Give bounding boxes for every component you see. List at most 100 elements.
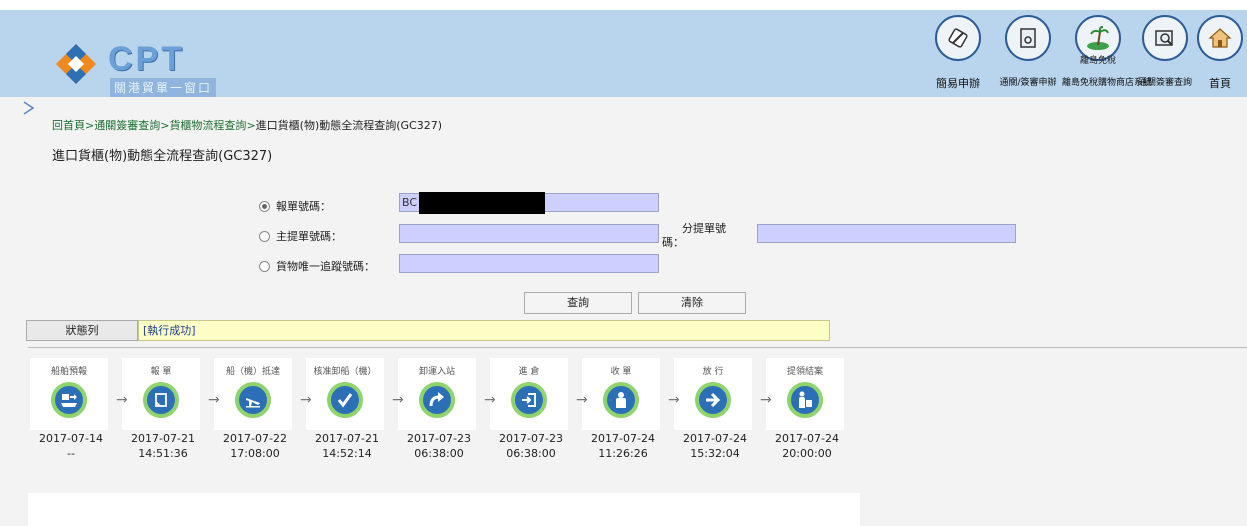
curved-arrow-icon xyxy=(419,382,455,418)
step-receive: 收 單 → 2017-07-24 11:26:26 xyxy=(576,358,668,468)
step-date: 2017-07-23 xyxy=(499,432,563,445)
breadcrumb-home[interactable]: 回首頁 xyxy=(52,119,85,132)
breadcrumb-customs-query[interactable]: 通關簽審查詢 xyxy=(94,119,160,132)
radio-button[interactable] xyxy=(259,260,270,272)
radio-button-selected[interactable] xyxy=(259,200,270,212)
flow-arrow-icon: → xyxy=(392,392,404,408)
radio-master-bl[interactable]: 主提單號碼： xyxy=(259,228,342,244)
flow-arrow-icon: → xyxy=(668,392,680,408)
process-tracker: 船舶預報 2017-07-14 -- 報 單 → 2017-07-21 14:5… xyxy=(26,358,861,468)
step-date: 2017-07-24 xyxy=(591,432,655,445)
step-time: 06:38:00 xyxy=(414,447,464,460)
flow-arrow-icon: → xyxy=(116,392,128,408)
result-panel xyxy=(28,493,860,526)
island-badge: 離島免稅 xyxy=(1079,56,1116,66)
release-arrow-icon xyxy=(695,382,731,418)
nav-label: 離島免稅購物商店系統 xyxy=(1062,78,1153,88)
step-warehouse-in: 進 倉 → 2017-07-23 06:38:00 xyxy=(484,358,576,468)
step-name: 提領結案 xyxy=(786,367,823,377)
nav-label: 通關簽審查詢 xyxy=(1137,78,1192,88)
radio-label: 貨物唯一追蹤號碼： xyxy=(276,260,375,273)
home-icon xyxy=(1197,15,1243,61)
step-date: 2017-07-14 xyxy=(39,432,103,445)
logo-brand-text: CPT xyxy=(108,40,185,78)
sub-bl-input[interactable] xyxy=(757,224,1016,243)
redaction-block xyxy=(419,192,545,214)
step-release: 放 行 → 2017-07-24 15:32:04 xyxy=(668,358,760,468)
breadcrumb-container-query[interactable]: 貨櫃物流程查詢 xyxy=(169,119,246,132)
nav-label: 通關/簽審申辦 xyxy=(999,78,1057,88)
step-time: 15:32:04 xyxy=(690,447,740,460)
step-unload-approval: 核准卸船（機） → 2017-07-21 14:52:14 xyxy=(300,358,392,468)
divider xyxy=(28,347,1247,348)
top-strip xyxy=(0,0,1247,10)
master-bl-input[interactable] xyxy=(399,224,659,243)
status-label: 狀態列 xyxy=(26,320,138,341)
radio-declaration-no[interactable]: 報單號碼： xyxy=(259,198,331,214)
tracking-no-input[interactable] xyxy=(399,254,659,273)
diamond-logo-icon xyxy=(56,44,96,84)
radio-button[interactable] xyxy=(259,230,270,242)
step-name: 報 單 xyxy=(150,367,172,377)
step-time: 06:38:00 xyxy=(506,447,556,460)
step-time: -- xyxy=(67,447,75,460)
step-name: 收 單 xyxy=(610,367,632,377)
step-date: 2017-07-21 xyxy=(315,432,379,445)
step-date: 2017-07-23 xyxy=(407,432,471,445)
enter-warehouse-icon xyxy=(511,382,547,418)
nav-home[interactable]: 首頁 xyxy=(1196,15,1244,90)
nav-label: 簡易申辦 xyxy=(936,77,980,90)
step-time: 14:52:14 xyxy=(322,447,372,460)
step-date: 2017-07-24 xyxy=(683,432,747,445)
step-time: 11:26:26 xyxy=(598,447,648,460)
step-name: 船舶預報 xyxy=(50,367,87,377)
step-time: 14:51:36 xyxy=(138,447,188,460)
step-name: 核准卸船（機） xyxy=(313,367,377,377)
page-title: 進口貨櫃(物)動態全流程查詢(GC327) xyxy=(52,149,273,164)
step-time: 17:08:00 xyxy=(230,447,280,460)
sub-bl-label-line1: 分提單號 xyxy=(682,222,726,235)
step-date: 2017-07-21 xyxy=(131,432,195,445)
nav-island-duty-free[interactable]: 離島免稅 離島免稅購物商店系統 xyxy=(1062,15,1153,89)
receive-person-icon xyxy=(603,382,639,418)
step-date: 2017-07-24 xyxy=(775,432,839,445)
plane-arrival-icon xyxy=(235,382,271,418)
nav-customs-query[interactable]: 通關簽審查詢 xyxy=(1134,15,1196,89)
radio-label: 主提單號碼： xyxy=(276,230,342,243)
logo-sub-text: 關港貿單一窗口 xyxy=(110,78,217,97)
breadcrumb-separator: > xyxy=(85,119,95,132)
pen-icon xyxy=(935,15,981,61)
breadcrumb: 回首頁>通關簽審查詢>貨櫃物流程查詢>進口貨櫃(物)動態全流程查詢(GC327) xyxy=(52,117,442,133)
cpt-logo[interactable]: CPT 關港貿單一窗口 xyxy=(48,36,218,97)
document-icon xyxy=(1005,15,1051,61)
step-name: 卸運入站 xyxy=(418,367,455,377)
step-date: 2017-07-22 xyxy=(223,432,287,445)
flow-arrow-icon: → xyxy=(208,392,220,408)
breadcrumb-separator: > xyxy=(246,119,256,132)
pickup-icon xyxy=(787,382,823,418)
flow-arrow-icon: → xyxy=(760,392,772,408)
magnifier-icon xyxy=(1142,15,1188,61)
declaration-icon xyxy=(143,382,179,418)
clear-button[interactable]: 清除 xyxy=(638,292,746,314)
nav-label: 首頁 xyxy=(1209,77,1231,90)
query-button[interactable]: 查詢 xyxy=(524,292,632,314)
step-ship-forecast: 船舶預報 2017-07-14 -- xyxy=(26,358,116,468)
sub-bl-label-line2: 碼： xyxy=(662,236,684,249)
step-name: 放 行 xyxy=(702,367,724,377)
step-unload-station: 卸運入站 → 2017-07-23 06:38:00 xyxy=(392,358,484,468)
step-pickup-closed: 提領結案 → 2017-07-24 20:00:00 xyxy=(760,358,852,468)
radio-tracking-no[interactable]: 貨物唯一追蹤號碼： xyxy=(259,258,375,274)
status-message: [執行成功] xyxy=(138,320,830,341)
step-declaration: 報 單 → 2017-07-21 14:51:36 xyxy=(116,358,208,468)
ship-forecast-icon xyxy=(51,382,87,418)
nav-customs-apply[interactable]: 通關/簽審申辦 xyxy=(994,15,1062,89)
check-icon xyxy=(327,382,363,418)
flow-arrow-icon: → xyxy=(576,392,588,408)
step-name: 船（機）抵達 xyxy=(225,367,280,377)
nav-simple-apply[interactable]: 簡易申辦 xyxy=(928,15,988,90)
breadcrumb-current: 進口貨櫃(物)動態全流程查詢(GC327) xyxy=(255,119,443,132)
step-time: 20:00:00 xyxy=(782,447,832,460)
step-name: 進 倉 xyxy=(518,367,540,377)
collapse-chevron-icon[interactable] xyxy=(22,100,36,120)
